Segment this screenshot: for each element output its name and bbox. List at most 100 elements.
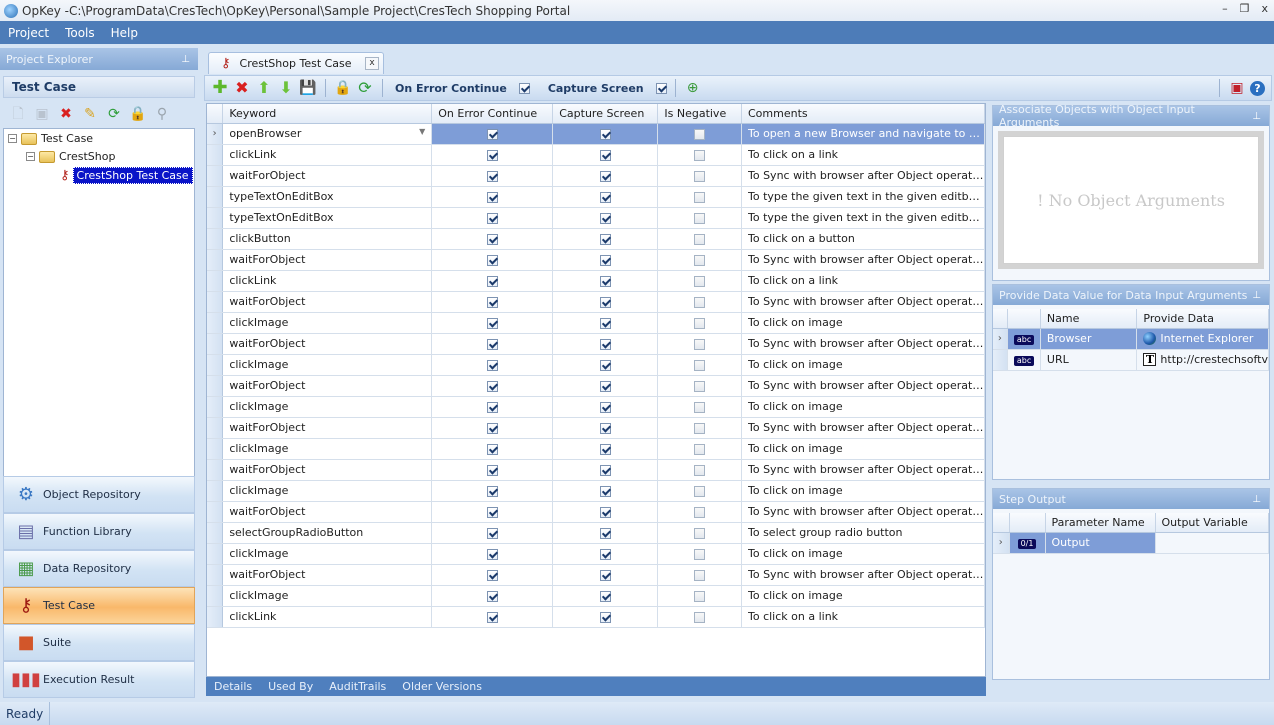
row-selector-icon[interactable] (207, 354, 224, 376)
row-selector-icon[interactable] (207, 438, 224, 460)
capture-checkbox[interactable] (599, 254, 611, 266)
is-negative-checkbox[interactable] (694, 548, 706, 560)
is-negative-checkbox[interactable] (694, 149, 706, 161)
table-row[interactable]: clickLink To click on a link (207, 270, 985, 292)
keyword-cell[interactable]: clickImage (222, 354, 433, 376)
column-header-name[interactable]: Name (1040, 309, 1138, 329)
help-icon[interactable]: ? (1250, 80, 1265, 96)
lock-icon[interactable]: 🔒 (129, 105, 147, 123)
nav-data-repository[interactable]: ▦ Data Repository (3, 550, 195, 587)
is-negative-checkbox[interactable] (694, 212, 706, 224)
column-header-capture[interactable]: Capture Screen (552, 104, 659, 124)
row-selector-icon[interactable] (207, 291, 224, 313)
refresh-icon[interactable]: ⟳ (356, 79, 374, 97)
keyword-cell[interactable]: waitForObject (222, 501, 433, 523)
row-selector-icon[interactable] (207, 396, 224, 418)
on-error-checkbox[interactable] (486, 611, 498, 623)
row-selector-icon[interactable] (207, 207, 224, 229)
is-negative-checkbox[interactable] (694, 128, 706, 140)
on-error-checkbox[interactable] (486, 527, 498, 539)
refresh-icon[interactable]: ⟳ (105, 105, 123, 123)
pin-icon[interactable]: ⊥ (1252, 290, 1261, 301)
on-error-checkbox[interactable] (486, 233, 498, 245)
tab-used-by[interactable]: Used By (260, 680, 321, 693)
capture-checkbox[interactable] (599, 359, 611, 371)
capture-checkbox[interactable] (599, 548, 611, 560)
is-negative-checkbox[interactable] (694, 422, 706, 434)
on-error-checkbox[interactable] (486, 128, 498, 140)
is-negative-checkbox[interactable] (694, 485, 706, 497)
row-selector-icon[interactable] (207, 480, 224, 502)
is-negative-checkbox[interactable] (694, 296, 706, 308)
data-row[interactable]: › abc Browser Internet Explorer (993, 328, 1269, 350)
on-error-checkbox[interactable] (486, 149, 498, 161)
column-header-keyword[interactable]: Keyword (222, 104, 433, 124)
row-selector-icon[interactable] (207, 522, 224, 544)
on-error-checkbox[interactable] (486, 212, 498, 224)
is-negative-checkbox[interactable] (694, 611, 706, 623)
keyword-cell[interactable]: clickLink (222, 606, 433, 628)
keyword-cell[interactable]: waitForObject (222, 564, 433, 586)
record-icon[interactable]: ▣ (1228, 79, 1246, 97)
tree-node-root[interactable]: − Test Case (8, 132, 93, 145)
row-selector-icon[interactable] (207, 585, 224, 607)
capture-checkbox[interactable] (599, 380, 611, 392)
table-row[interactable]: waitForObject To Sync with browser after … (207, 333, 985, 355)
table-row[interactable]: typeTextOnEditBox To type the given text … (207, 186, 985, 208)
column-header-comments[interactable]: Comments (741, 104, 985, 124)
is-negative-checkbox[interactable] (694, 338, 706, 350)
capture-checkbox[interactable] (599, 611, 611, 623)
keyword-cell[interactable]: clickImage (222, 438, 433, 460)
output-row[interactable]: › 0/1 Output (993, 532, 1269, 554)
table-row[interactable]: clickImage To click on image (207, 396, 985, 418)
row-selector-icon[interactable] (207, 606, 224, 628)
table-row[interactable]: waitForObject To Sync with browser after … (207, 375, 985, 397)
output-variable-cell[interactable] (1155, 532, 1269, 554)
is-negative-checkbox[interactable] (694, 254, 706, 266)
row-selector-icon[interactable] (207, 501, 224, 523)
column-header-parameter-name[interactable]: Parameter Name (1045, 513, 1156, 533)
capture-checkbox[interactable] (599, 275, 611, 287)
on-error-checkbox[interactable] (486, 548, 498, 560)
menu-tools[interactable]: Tools (57, 26, 103, 40)
nav-suite[interactable]: ■ Suite (3, 624, 195, 661)
on-error-checkbox[interactable] (486, 485, 498, 497)
tab-older-versions[interactable]: Older Versions (394, 680, 490, 693)
tab-crestshop-test-case[interactable]: ⚷ CrestShop Test Case x (208, 52, 384, 74)
nav-function-library[interactable]: ▤ Function Library (3, 513, 195, 550)
row-selector-icon[interactable] (207, 375, 224, 397)
new-document-icon[interactable]: ⊕ (684, 79, 702, 97)
column-header-output-variable[interactable]: Output Variable (1155, 513, 1269, 533)
is-negative-checkbox[interactable] (694, 317, 706, 329)
keyword-cell[interactable]: waitForObject (222, 333, 433, 355)
is-negative-checkbox[interactable] (694, 464, 706, 476)
table-row[interactable]: clickImage To click on image (207, 585, 985, 607)
keyword-cell[interactable]: waitForObject (222, 249, 433, 271)
table-row[interactable]: waitForObject To Sync with browser after … (207, 249, 985, 271)
table-row[interactable]: clickImage To click on image (207, 480, 985, 502)
row-selector-icon[interactable] (207, 543, 224, 565)
tree-node-test-case[interactable]: ⚷ CrestShop Test Case (60, 167, 193, 184)
capture-checkbox[interactable] (599, 233, 611, 245)
on-error-checkbox[interactable] (486, 338, 498, 350)
on-error-continue-checkbox[interactable] (518, 82, 530, 94)
table-row[interactable]: clickImage To click on image (207, 543, 985, 565)
nav-execution-result[interactable]: ▮▮▮ Execution Result (3, 661, 195, 698)
table-row[interactable]: waitForObject To Sync with browser after … (207, 165, 985, 187)
keyword-cell[interactable]: clickImage (222, 312, 433, 334)
is-negative-checkbox[interactable] (694, 233, 706, 245)
table-row[interactable]: clickImage To click on image (207, 354, 985, 376)
row-selector-icon[interactable] (207, 144, 224, 166)
tree-node-folder[interactable]: − CrestShop (26, 150, 115, 163)
menu-project[interactable]: Project (0, 26, 57, 40)
keyword-cell[interactable]: clickButton (222, 228, 433, 250)
collapse-icon[interactable]: − (8, 134, 17, 143)
lock-icon[interactable]: 🔒 (334, 79, 352, 97)
capture-checkbox[interactable] (599, 212, 611, 224)
table-row[interactable]: waitForObject To Sync with browser after … (207, 459, 985, 481)
on-error-checkbox[interactable] (486, 191, 498, 203)
move-down-icon[interactable]: ⬇ (277, 79, 295, 97)
row-selector-icon[interactable] (207, 564, 224, 586)
capture-checkbox[interactable] (599, 338, 611, 350)
on-error-checkbox[interactable] (486, 569, 498, 581)
